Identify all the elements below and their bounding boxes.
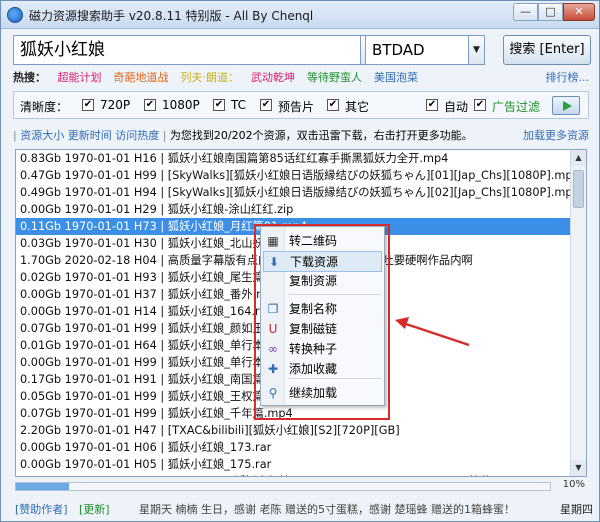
progress-row: 10%	[15, 479, 587, 493]
progress-text: 10%	[562, 479, 585, 490]
hot-label: 热搜：	[13, 71, 46, 84]
scroll-thumb[interactable]	[573, 170, 584, 208]
load-more-link[interactable]: 加载更多资源	[523, 127, 589, 143]
menu-item-label: 下载资源	[290, 255, 339, 269]
sponsor-link[interactable]: [赞助作者]	[15, 501, 68, 517]
context-menu: ▦ 转二维码 ⬇ 下载资源复制资源 ❐ 复制名称 U 复制磁链 ∞ 转换种子 ✚ 添加收藏 ⚲ 继续加载	[260, 226, 385, 406]
menu-item-label: 转换种子	[289, 342, 338, 356]
scroll-down-button[interactable]: ▼	[571, 460, 586, 476]
checkbox-720p[interactable]: ✔	[82, 99, 94, 111]
result-row[interactable]: 2.20Gb 1970-01-01 H99 | [SkyWalks][狐妖小红娘…	[16, 473, 570, 476]
window-title: 磁力资源搜索助手 v20.8.11 特别版 - All By Chenql	[29, 9, 314, 23]
title-bar[interactable]: 磁力资源搜索助手 v20.8.11 特别版 - All By Chenql — …	[1, 1, 599, 29]
option-trailer-label: 预告片	[278, 100, 315, 114]
magnet-icon: U	[268, 322, 278, 336]
favorite-icon: ✚	[267, 362, 279, 376]
result-row[interactable]: 0.47Gb 1970-01-01 H99 | [SkyWalks][狐妖小红娘…	[16, 167, 570, 184]
result-row[interactable]: 0.49Gb 1970-01-01 H94 | [SkyWalks][狐妖小红娘…	[16, 184, 570, 201]
engine-dropdown[interactable]: ▼	[469, 35, 485, 65]
arrow-shaft	[402, 321, 470, 347]
status-bar: [赞助作者] [更新] 星期天 楠楠 生日，感谢 老陈 赠送的5寸蛋糕，感谢 楚…	[1, 495, 599, 521]
checkbox-1080p[interactable]: ✔	[144, 99, 156, 111]
result-row[interactable]: 0.83Gb 1970-01-01 H16 | 狐妖小红娘南国篇第85话红红寡手…	[16, 150, 570, 167]
quality-filter: 清晰度： ✔ 720P ✔ 1080P ✔ TC ✔ 预告片 ✔ 其它 ✔ 自动…	[13, 91, 589, 119]
result-row[interactable]: 0.00Gb 1970-01-01 H05 | 狐妖小红娘_175.rar	[16, 456, 570, 473]
results-scrollbar[interactable]: ▲ ▼	[570, 150, 586, 476]
menu-separator	[289, 378, 381, 379]
menu-separator	[289, 294, 381, 295]
option-tc-label: TC	[231, 98, 247, 112]
menu-item-label: 复制资源	[289, 274, 338, 288]
checkbox-other[interactable]: ✔	[327, 99, 339, 111]
menu-item[interactable]: U 复制磁链	[263, 319, 382, 340]
link-icon: ∞	[268, 342, 278, 356]
hot-link[interactable]: 武动乾坤	[251, 71, 295, 84]
ranking-link[interactable]: 排行榜...	[546, 69, 590, 85]
hot-link[interactable]: 超能计划	[58, 71, 102, 84]
menu-item-label: 添加收藏	[289, 362, 338, 376]
hot-link[interactable]: 列夫·朗道：	[181, 71, 240, 84]
maximize-button[interactable]: □	[538, 3, 563, 21]
copy-resource-icon	[266, 274, 280, 288]
option-other-label: 其它	[345, 100, 370, 114]
result-row[interactable]: 0.00Gb 1970-01-01 H29 | 狐妖小红娘-涂山红红.zip	[16, 201, 570, 218]
menu-item-label: 复制名称	[289, 302, 338, 316]
result-row[interactable]: 0.00Gb 1970-01-01 H06 | 狐妖小红娘_173.rar	[16, 439, 570, 456]
arrow-head	[395, 317, 409, 329]
search-icon: ⚲	[268, 386, 278, 400]
engine-select[interactable]: BTDAD	[365, 35, 469, 65]
menu-item[interactable]: ∞ 转换种子	[263, 339, 382, 360]
hot-link[interactable]: 等待野蛮人	[307, 71, 362, 84]
sort-by-time[interactable]: 更新时间	[68, 129, 112, 142]
hot-link[interactable]: 奇葩地道战	[114, 71, 169, 84]
menu-item[interactable]: ✚ 添加收藏	[263, 359, 382, 380]
play-icon	[563, 101, 572, 111]
menu-item[interactable]: ⬇ 下载资源	[263, 251, 382, 272]
qr-code-icon: ▦	[267, 234, 279, 248]
sort-by-size[interactable]: 资源大小	[20, 129, 64, 142]
progress-bar	[15, 482, 551, 491]
copy-name-icon: ❐	[267, 302, 279, 316]
announcement-text: 星期天 楠楠 生日，感谢 老陈 赠送的5寸蛋糕，感谢 楚瑶蜂 赠送的1箱蜂蜜！	[139, 503, 515, 516]
app-window: 磁力资源搜索助手 v20.8.11 特别版 - All By Chenql — …	[0, 0, 600, 522]
checkbox-ad-filter[interactable]: ✔	[474, 99, 486, 111]
annotation-arrow	[395, 317, 470, 347]
result-message: 为您找到20/202个资源，双击迅雷下载，右击打开更多功能。	[169, 129, 473, 142]
app-logo-icon	[7, 7, 23, 23]
auto-label: 自动	[444, 100, 469, 114]
search-input[interactable]: 狐妖小红娘	[13, 35, 361, 65]
checkbox-tc[interactable]: ✔	[213, 99, 225, 111]
option-720p-label: 720P	[100, 98, 131, 112]
search-button[interactable]: 搜索 [Enter]	[503, 35, 591, 65]
checkbox-trailer[interactable]: ✔	[260, 99, 272, 111]
sort-by-hot[interactable]: 访问热度	[115, 129, 159, 142]
menu-item[interactable]: ⚲ 继续加载	[263, 383, 382, 404]
menu-item-label: 转二维码	[289, 234, 338, 248]
quality-label: 清晰度：	[20, 100, 69, 114]
checkbox-auto[interactable]: ✔	[426, 99, 438, 111]
progress-fill	[16, 483, 70, 490]
download-icon: ⬇	[268, 255, 280, 269]
ad-filter-label: 广告过滤	[492, 100, 541, 114]
menu-item-label: 继续加载	[289, 386, 338, 400]
minimize-button[interactable]: —	[513, 3, 538, 21]
menu-item[interactable]: 复制资源	[263, 271, 382, 292]
option-1080p-label: 1080P	[162, 98, 200, 112]
info-bar: | 资源大小 更新时间 访问热度 | 为您找到20/202个资源，双击迅雷下载，…	[13, 127, 589, 143]
menu-item[interactable]: ❐ 复制名称	[263, 299, 382, 320]
menu-item-label: 复制磁链	[289, 322, 338, 336]
scroll-up-button[interactable]: ▲	[571, 150, 586, 166]
play-button[interactable]	[552, 96, 580, 115]
weekday-label: 星期四	[560, 503, 593, 516]
hot-searches: 热搜： 超能计划 奇葩地道战 列夫·朗道： 武动乾坤 等待野蛮人 美国泡菜 排行榜...	[13, 69, 589, 85]
hot-link[interactable]: 美国泡菜	[374, 71, 418, 84]
menu-item[interactable]: ▦ 转二维码	[263, 231, 382, 252]
update-link[interactable]: [更新]	[79, 501, 110, 517]
result-row[interactable]: 2.20Gb 1970-01-01 H47 | [TXAC&bilibili][…	[16, 422, 570, 439]
close-button[interactable]: ✕	[563, 3, 595, 21]
